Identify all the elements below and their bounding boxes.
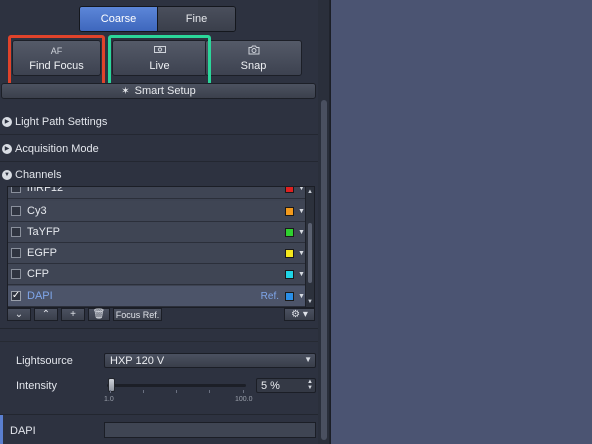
- move-up-button[interactable]: ⌃: [34, 308, 58, 321]
- channel-color-swatch[interactable]: [285, 206, 294, 216]
- chevron-up-icon: ⌃: [41, 309, 51, 320]
- snap-label: Snap: [240, 59, 267, 72]
- expand-icon: ▶: [2, 116, 12, 127]
- smart-setup-label: Smart Setup: [134, 85, 196, 97]
- intensity-value: 5 %: [261, 379, 280, 392]
- channel-name: TaYFP: [27, 226, 61, 238]
- fine-toggle[interactable]: Fine: [157, 7, 235, 31]
- slider-tick: [243, 390, 244, 393]
- add-channel-button[interactable]: +: [61, 308, 85, 321]
- channel-name: Cy3: [27, 205, 47, 217]
- snap-button[interactable]: Snap: [205, 40, 302, 76]
- selection-indicator: [0, 415, 3, 444]
- channel-options-button[interactable]: ⚙ ▾: [284, 308, 315, 321]
- channel-row-tayfp[interactable]: TaYFP ▼: [8, 222, 306, 243]
- intensity-max-label: 100.0: [235, 396, 253, 403]
- slider-tick: [176, 390, 177, 393]
- light-path-settings-label: Light Path Settings: [15, 115, 108, 128]
- gear-icon: ⚙ ▾: [291, 309, 308, 320]
- channel-color-swatch[interactable]: [285, 248, 294, 258]
- collapse-icon: ▼: [2, 170, 12, 180]
- live-highlight: [108, 35, 211, 87]
- channel-checkbox[interactable]: [11, 206, 21, 216]
- dapi-name-field[interactable]: [104, 422, 316, 438]
- acquisition-panel: Coarse Fine AF Find Focus Live Snap ✶ Sm…: [0, 0, 318, 444]
- scroll-down-icon[interactable]: ▼: [307, 299, 313, 305]
- find-focus-highlight: [8, 35, 105, 87]
- channel-checkbox[interactable]: ✓: [11, 291, 21, 301]
- reference-badge: Ref.: [260, 290, 279, 302]
- divider: [0, 328, 318, 329]
- intensity-spinbox[interactable]: 5 % ▲ ▼: [256, 378, 316, 393]
- slider-tick: [110, 390, 111, 393]
- delete-channel-button[interactable]: 🗑: [88, 308, 110, 321]
- channel-color-swatch[interactable]: [285, 269, 294, 279]
- channel-list: mRF12 ▼ Cy3 ▼ TaYFP ▼ EGFP ▼ CFP ▼ ✓ DAP…: [7, 186, 315, 308]
- channel-name: EGFP: [27, 247, 57, 259]
- camera-icon: [248, 45, 260, 57]
- image-view-area[interactable]: [330, 0, 592, 444]
- smart-setup-button[interactable]: ✶ Smart Setup: [1, 83, 316, 99]
- lightsource-label: Lightsource: [16, 355, 73, 367]
- intensity-slider-track[interactable]: [107, 384, 246, 387]
- acquisition-mode-header[interactable]: ▶ Acquisition Mode: [0, 136, 318, 162]
- acquisition-mode-label: Acquisition Mode: [15, 142, 99, 155]
- channels-label: Channels: [15, 169, 62, 181]
- channel-checkbox[interactable]: [11, 269, 21, 279]
- channel-checkbox[interactable]: [11, 248, 21, 258]
- trash-icon: 🗑: [92, 309, 106, 320]
- intensity-label: Intensity: [16, 380, 57, 392]
- sparkle-icon: ✶: [121, 85, 130, 97]
- slider-tick: [143, 390, 144, 393]
- channel-checkbox[interactable]: [11, 187, 21, 193]
- channel-row-mrf12[interactable]: mRF12 ▼: [8, 186, 306, 199]
- channel-name: CFP: [27, 268, 49, 280]
- channel-row-dapi[interactable]: ✓ DAPI Ref. ▼: [8, 286, 306, 307]
- intensity-min-label: 1.0: [104, 396, 114, 403]
- channel-color-swatch[interactable]: [285, 291, 294, 301]
- divider: [0, 341, 318, 342]
- plus-icon: +: [70, 309, 76, 320]
- channel-row-cy3[interactable]: Cy3 ▼: [8, 201, 306, 222]
- spin-arrows-icon[interactable]: ▲ ▼: [307, 379, 313, 391]
- chevron-down-icon: ⌄: [14, 309, 24, 320]
- coarse-toggle[interactable]: Coarse: [80, 7, 157, 31]
- lightsource-select[interactable]: HXP 120 V ▼: [104, 353, 316, 368]
- channel-row-egfp[interactable]: EGFP ▼: [8, 243, 306, 264]
- channel-name: mRF12: [27, 186, 64, 194]
- slider-tick: [209, 390, 210, 393]
- scroll-thumb[interactable]: [308, 223, 312, 283]
- channel-list-scrollbar[interactable]: ▲ ▼: [305, 187, 314, 307]
- expand-icon: ▶: [2, 143, 12, 154]
- focus-ref-button[interactable]: Focus Ref.: [113, 308, 162, 321]
- scroll-thumb[interactable]: [321, 100, 327, 440]
- chevron-down-icon: ▼: [304, 355, 312, 364]
- channel-color-swatch[interactable]: [285, 187, 294, 193]
- channel-name: DAPI: [27, 290, 53, 302]
- channel-color-swatch[interactable]: [285, 227, 294, 237]
- focus-mode-toggle: Coarse Fine: [79, 6, 236, 32]
- light-path-settings-header[interactable]: ▶ Light Path Settings: [0, 109, 318, 135]
- channels-header[interactable]: ▼ Channels: [0, 162, 318, 188]
- panel-scrollbar[interactable]: [318, 0, 330, 444]
- dapi-section-label: DAPI: [10, 425, 36, 437]
- lightsource-value: HXP 120 V: [110, 354, 165, 367]
- move-down-button[interactable]: ⌄: [7, 308, 31, 321]
- scroll-up-icon[interactable]: ▲: [307, 189, 313, 195]
- channel-row-cfp[interactable]: CFP ▼: [8, 264, 306, 285]
- channel-checkbox[interactable]: [11, 227, 21, 237]
